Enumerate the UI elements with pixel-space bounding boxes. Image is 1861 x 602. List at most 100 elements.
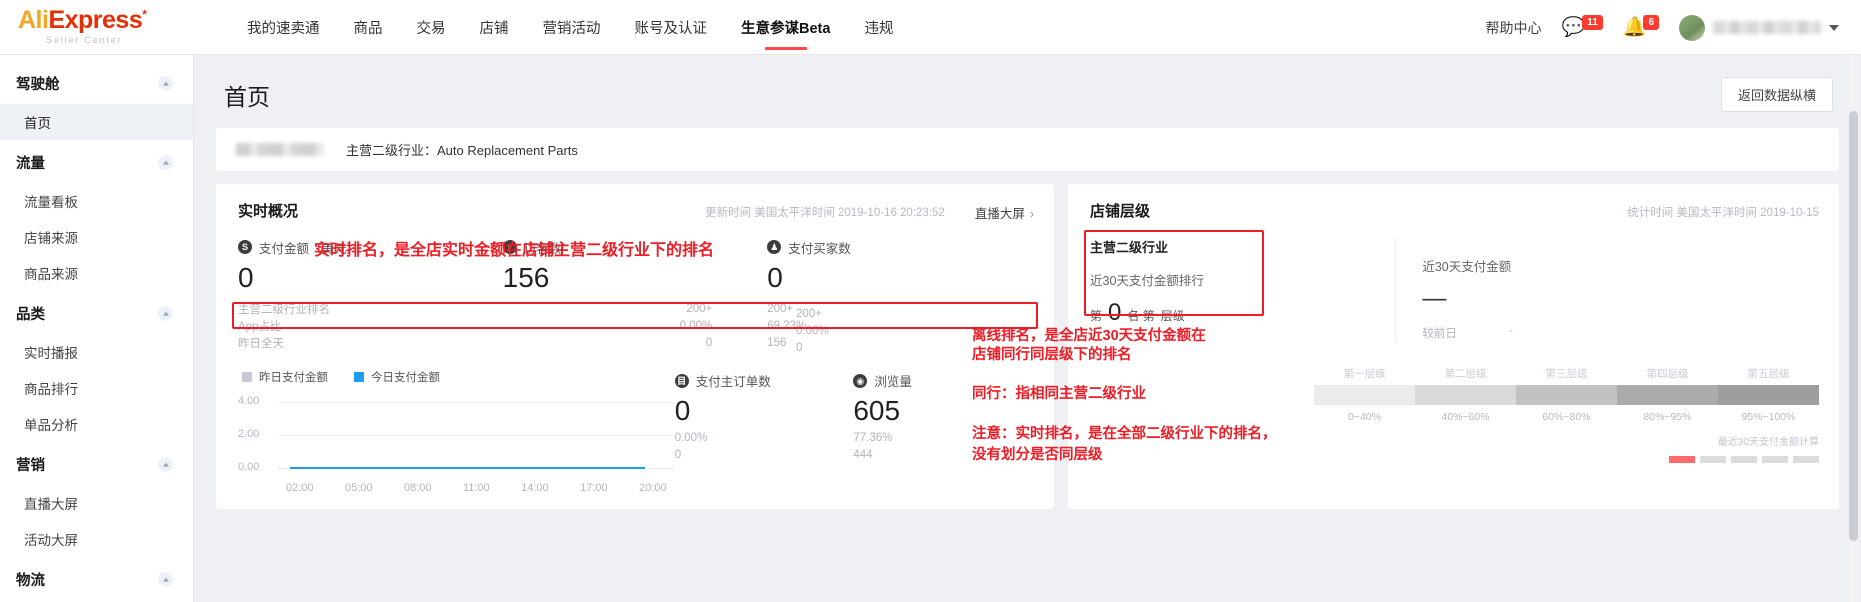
subrow-value: 0.00% [796, 325, 829, 337]
sidebar-group-label: 品类 [16, 307, 45, 323]
notifications-button[interactable]: 🔔 6 [1623, 15, 1659, 37]
x-tick-label: 08:00 [403, 482, 432, 495]
shop-name-masked [236, 143, 324, 156]
metric-name: 支付买家数 [788, 241, 851, 256]
sidebar-group-logistics[interactable]: 物流 [0, 557, 193, 600]
sidebar-item-live-screen[interactable]: 直播大屏 [0, 485, 193, 521]
nav-item-violations[interactable]: 违规 [847, 0, 910, 55]
realtime-card-header: 实时概况 更新时间 美国太平洋时间 2019-10-16 20:23:52 直播… [216, 184, 1054, 222]
chevron-down-icon[interactable] [1829, 24, 1839, 31]
sidebar-item-activity-screen[interactable]: 活动大屏 [0, 521, 193, 557]
sidebar-item-product-ranking[interactable]: 商品排行 [0, 370, 193, 406]
chevron-up-icon[interactable] [158, 76, 173, 91]
tier-legend-5 [1793, 456, 1819, 463]
legend-item-today[interactable]: 今日支付金额 [354, 369, 440, 385]
sidebar-item-product-source[interactable]: 商品来源 [0, 255, 193, 291]
sidebar-group-label: 流量 [16, 156, 45, 172]
x-tick-label: 14:00 [521, 482, 549, 495]
username-masked [1713, 21, 1821, 34]
tier-delta-row: 较前日 - [1422, 325, 1817, 341]
metric-payment-amount: S 支付金额（美元） 0 [238, 238, 503, 297]
legend-swatch [242, 372, 252, 383]
tier-name-labels: 第一层级 第二层级 第三层级 第四层级 第五层级 [1314, 366, 1819, 381]
subrow-app-share: App占比 0.00% 69.23% [238, 317, 1032, 334]
x-tick-label: 20:00 [639, 482, 667, 495]
sidebar-item-traffic-board[interactable]: 流量看板 [0, 183, 193, 219]
legend-item-yesterday[interactable]: 昨日支付金额 [242, 369, 328, 385]
messages-button[interactable]: 💬 11 [1562, 15, 1603, 37]
nav-item-marketing[interactable]: 营销活动 [526, 0, 618, 55]
aliexpress-logo[interactable]: AliExpress* Seller Center [0, 8, 200, 46]
y-tick-label: 2.00 [238, 428, 260, 441]
logo-ali-text: Ali [18, 6, 49, 35]
sidebar-group-cockpit[interactable]: 驾驶舱 [0, 61, 193, 104]
tier-rank-metric-label: 近30天支付金额排行 [1090, 274, 1204, 288]
metric-value: 605 [853, 395, 901, 427]
realtime-metrics-row: S 支付金额（美元） 0 ♀ 访客数 156 ♟ 支付买家数 0 [216, 222, 1054, 297]
tier-legend-2 [1700, 456, 1726, 463]
metric-value: 0 [238, 261, 254, 293]
tier-rank-suffix: 层级 [1160, 309, 1185, 323]
metric-label: S 支付金额（美元） [238, 238, 503, 257]
notification-count-badge: 6 [1643, 15, 1659, 30]
sidebar-group-label: 营销 [16, 458, 45, 474]
x-tick-label: 02:00 [286, 482, 314, 495]
sidebar-item-realtime-report[interactable]: 实时播报 [0, 334, 193, 370]
nav-item-business-advisor[interactable]: 生意参谋Beta [724, 0, 847, 55]
chart-x-axis: 02:00 05:00 08:00 11:00 14:00 17:00 20:0… [238, 482, 675, 494]
chevron-up-icon[interactable] [158, 155, 173, 170]
user-menu[interactable] [1679, 14, 1839, 41]
subrow-value: 0 [705, 336, 713, 349]
subrow-values-col3: 200+ 0.00% 0 [796, 306, 829, 357]
nav-item-my-aliexpress[interactable]: 我的速卖通 [230, 0, 337, 55]
chevron-up-icon[interactable] [158, 306, 173, 321]
eye-icon: ◉ [853, 373, 868, 388]
tier-bar-scale [1314, 385, 1819, 405]
help-center-link[interactable]: 帮助中心 [1486, 18, 1542, 38]
logo-express-text: Express [48, 6, 143, 35]
tier-rank-value: 0 [1108, 299, 1122, 326]
logo-wordmark: AliExpress* [18, 8, 200, 33]
tier-rank-block: 主营二级行业 近30天支付金额排行 第 0 名 第 层级 [1090, 237, 1395, 341]
nav-item-products[interactable]: 商品 [337, 0, 400, 55]
metric-name: 浏览量 [874, 375, 912, 390]
tier-card-title: 店铺层级 [1090, 203, 1151, 220]
tier-body: 主营二级行业 近30天支付金额排行 第 0 名 第 层级 近30天支付金额 — [1068, 221, 1839, 341]
tier-name-5: 第五层级 [1747, 368, 1790, 380]
sidebar-item-store-source[interactable]: 店铺来源 [0, 219, 193, 255]
top-header: AliExpress* Seller Center 我的速卖通 商品 交易 店铺… [0, 0, 1861, 55]
back-to-data-button[interactable]: 返回数据纵横 [1720, 77, 1833, 112]
subrow-value: 0.00% [679, 319, 713, 332]
chevron-up-icon[interactable] [158, 457, 173, 472]
realtime-subrows: 主营二级行业排名 200+ 200+ App占比 0.00% 69.23% 昨日… [216, 296, 1054, 351]
tier-pct-3: 60%~80% [1542, 411, 1591, 423]
scrollbar-thumb[interactable] [1849, 111, 1858, 541]
page-header: 首页 返回数据纵横 [194, 55, 1861, 128]
sidebar-group-category[interactable]: 品类 [0, 291, 193, 334]
tier-rank-line: 第 0 名 第 层级 [1090, 299, 1395, 327]
nav-item-orders[interactable]: 交易 [400, 0, 463, 55]
sidebar-item-home[interactable]: 首页 [0, 104, 193, 140]
nav-item-account[interactable]: 账号及认证 [618, 0, 725, 55]
tier-legend-4 [1762, 456, 1788, 463]
sidebar-group-marketing[interactable]: 营销 [0, 442, 193, 485]
tier-stat-time: 统计时间 美国太平洋时间 2019-10-15 [1627, 207, 1819, 219]
metric-value: 0 [767, 261, 783, 293]
live-screen-link-label: 直播大屏 [974, 206, 1025, 221]
metric-value: 0 [674, 395, 691, 427]
series-line-today [290, 467, 645, 470]
store-tier-card: 店铺层级 统计时间 美国太平洋时间 2019-10-15 主营二级行业 近30天… [1068, 184, 1839, 509]
subrow-industry-rank: 主营二级行业排名 200+ 200+ [238, 300, 1032, 317]
live-screen-link[interactable]: 直播大屏 › [975, 203, 1034, 222]
secondary-metrics: 目 支付主订单数 0 0.00% 0 ◉ 浏览量 605 77.36% 444 [674, 369, 1032, 494]
tier-amount-block: 近30天支付金额 — 较前日 - [1395, 237, 1817, 341]
nav-item-store[interactable]: 店铺 [463, 0, 526, 55]
sidebar-item-single-product-analysis[interactable]: 单品分析 [0, 406, 193, 442]
tier-bar-3 [1516, 385, 1617, 405]
subrow-value: 0 [796, 342, 803, 354]
metric-name: 支付主订单数 [695, 375, 771, 390]
tier-legend-1 [1669, 456, 1695, 463]
sidebar-group-traffic[interactable]: 流量 [0, 140, 193, 183]
chevron-up-icon[interactable] [158, 572, 173, 587]
chart-legend: 昨日支付金额 今日支付金额 [238, 369, 675, 385]
